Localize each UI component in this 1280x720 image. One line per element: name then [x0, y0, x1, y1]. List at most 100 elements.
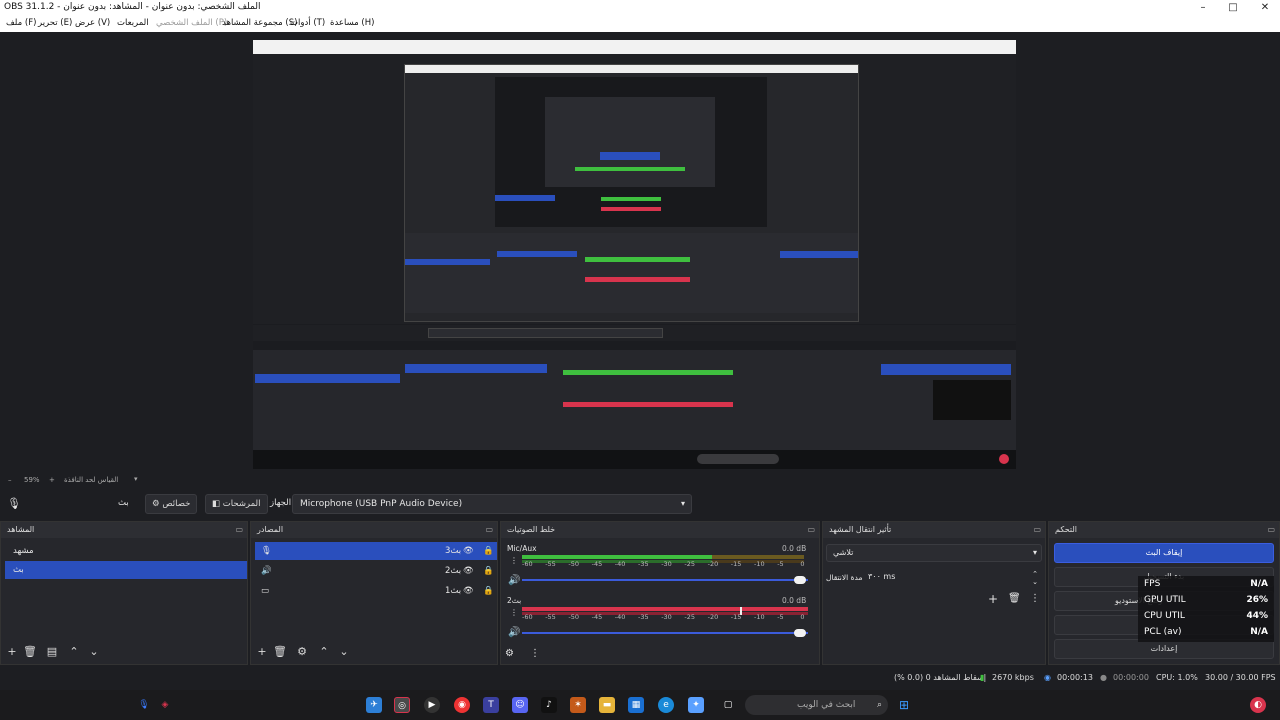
sources-dock-header: المصادر ▭	[251, 522, 497, 538]
kebab-menu-icon[interactable]: ⋮	[530, 648, 540, 659]
meter-tick-label: -5	[777, 613, 784, 621]
add-source-icon[interactable]: +	[254, 645, 270, 658]
lock-icon[interactable]: 🔒	[483, 582, 494, 600]
meter-tick-label: -20	[707, 560, 719, 568]
meter-tick-label: -50	[568, 613, 580, 621]
zoom-out-button[interactable]: –	[8, 476, 12, 484]
add-scene-icon[interactable]: +	[4, 645, 20, 658]
move-up-icon[interactable]: ⌃	[66, 645, 82, 658]
trash-icon[interactable]: 🗑	[1008, 593, 1021, 604]
scene-filters-icon[interactable]: ▤	[44, 645, 60, 658]
move-up-icon[interactable]: ⌃	[316, 645, 332, 658]
windows-start-icon[interactable]: ⊞	[896, 697, 912, 713]
zoom-mode[interactable]: القياس لحد النافذة	[64, 476, 118, 484]
copilot-icon[interactable]: ✦	[688, 697, 704, 713]
tiktok-icon[interactable]: ♪	[541, 697, 557, 713]
nested-level-2-docks	[405, 233, 858, 313]
media-player-icon[interactable]: ▶	[424, 697, 440, 713]
monitor-icon: ▭	[261, 586, 270, 596]
chevron-down-icon[interactable]: ⌄	[1032, 573, 1038, 591]
undock-icon[interactable]: ▭	[235, 522, 243, 538]
undock-icon[interactable]: ▭	[1033, 522, 1041, 538]
speaker-icon[interactable]: 🔊	[508, 575, 520, 586]
scene-item-selected[interactable]: بث	[5, 561, 247, 579]
network-icon[interactable]: ◈	[157, 697, 173, 713]
teams-icon[interactable]: T	[483, 697, 499, 713]
move-down-icon[interactable]: ⌄	[336, 645, 352, 658]
app-icon[interactable]: ✈	[366, 697, 382, 713]
source-item-selected[interactable]: 🎙 بث3 👁 🔒	[255, 542, 497, 560]
fader-knob[interactable]	[794, 576, 806, 584]
preview-canvas[interactable]	[253, 40, 1016, 469]
source-item[interactable]: 🔊 بث2 👁 🔒	[255, 562, 497, 580]
discord-icon[interactable]: ☺	[512, 697, 528, 713]
undock-icon[interactable]: ▭	[807, 522, 815, 538]
zoom-mode-dropdown-icon[interactable]: ▾	[134, 475, 138, 483]
device-select[interactable]: Microphone (USB PnP Audio Device) ▾	[292, 494, 692, 514]
sources-dock-title: المصادر	[257, 525, 284, 534]
duration-spinbox[interactable]: ٣٠٠ ms ⌃ ⌄	[864, 568, 1042, 586]
audio-mixer-dock: خلط الصوتيات ▭	[500, 521, 820, 665]
meter-tick-label: -60	[522, 560, 533, 568]
speaker-icon[interactable]: 🔊	[508, 627, 520, 638]
menu-scene-collection[interactable]: مجموعة المشاهد (S)	[222, 18, 297, 28]
taskbar-search[interactable]: ابحث في الويب ⌕	[745, 695, 888, 715]
kebab-menu-icon[interactable]: ⋮	[1030, 593, 1040, 604]
scene-item[interactable]: مشهد	[5, 542, 247, 560]
notification-icon[interactable]: ◐	[1250, 697, 1266, 713]
volume-fader[interactable]	[522, 632, 808, 634]
menu-help[interactable]: مساعدة (H)	[330, 18, 374, 28]
kebab-menu-icon[interactable]: ⋮	[510, 556, 518, 565]
kebab-menu-icon[interactable]: ⋮	[510, 608, 518, 617]
chrome-icon[interactable]: ◉	[454, 697, 470, 713]
fader-knob[interactable]	[794, 629, 806, 637]
chevron-down-icon: ▾	[1032, 548, 1037, 557]
source-item[interactable]: ▭ بث1 👁 🔒	[255, 582, 497, 600]
undock-icon[interactable]: ▭	[1267, 522, 1275, 538]
zoom-bar: – 59% + القياس لحد النافذة ▾	[0, 474, 1280, 488]
zoom-in-button[interactable]: +	[49, 476, 55, 484]
add-transition-icon[interactable]: +	[988, 592, 998, 606]
menu-edit[interactable]: تحرير (E)	[38, 18, 72, 28]
lock-icon[interactable]: 🔒	[483, 562, 494, 580]
volume-fader[interactable]	[522, 579, 808, 581]
trash-icon[interactable]: 🗑	[272, 645, 288, 658]
app-icon[interactable]: ✶	[570, 697, 586, 713]
filters-button[interactable]: ◧ المرشحات	[205, 494, 268, 514]
task-view-icon[interactable]: ▢	[720, 697, 736, 713]
mic-icon: 🎙	[261, 546, 272, 556]
minimize-button[interactable]: –	[1188, 0, 1218, 16]
mixer-channel-db: 0.0 dB	[782, 544, 807, 553]
meter-tick-label: -10	[754, 613, 765, 621]
gear-icon[interactable]: ⚙	[294, 645, 310, 658]
mixer-channel-name: بث2	[507, 596, 522, 605]
properties-button[interactable]: ⚙ خصائص	[145, 494, 198, 514]
maximize-button[interactable]: □	[1218, 0, 1248, 16]
undock-icon[interactable]: ▭	[485, 522, 493, 538]
menu-profile[interactable]: الملف الشخصي (P)	[156, 18, 227, 28]
window-title: OBS 31.1.2 - الملف الشخصي: بدون عنوان - …	[4, 2, 261, 12]
device-label: الجهاز	[270, 498, 292, 508]
dropped-frames: إسقاط المشاهد 0 (0.0 %)	[894, 673, 986, 682]
close-button[interactable]: ✕	[1250, 0, 1280, 16]
menu-tools[interactable]: أدوات (T)	[290, 18, 325, 28]
eye-icon[interactable]: 👁	[463, 562, 474, 580]
eye-icon[interactable]: 👁	[463, 582, 474, 600]
trash-icon[interactable]: 🗑	[22, 645, 38, 658]
folder-icon[interactable]: ▬	[599, 697, 615, 713]
store-icon[interactable]: ▦	[628, 697, 644, 713]
move-down-icon[interactable]: ⌄	[86, 645, 102, 658]
menu-docks[interactable]: المربعات	[117, 18, 149, 28]
eye-icon[interactable]: 👁	[463, 542, 474, 560]
transition-select[interactable]: تلاشي ▾	[826, 544, 1042, 562]
nested-level-3	[495, 77, 767, 227]
menu-file[interactable]: ملف (F)	[6, 18, 36, 28]
edge-icon[interactable]: e	[658, 697, 674, 713]
menu-view[interactable]: عرض (V)	[75, 18, 110, 28]
mic-icon[interactable]: 🎙	[136, 697, 152, 713]
mixer-settings-icon[interactable]: ⚙	[505, 648, 514, 659]
obs-icon[interactable]: ◎	[394, 697, 410, 713]
mixer-dock-title: خلط الصوتيات	[507, 525, 556, 534]
lock-icon[interactable]: 🔒	[483, 542, 494, 560]
stop-streaming-button[interactable]: إيقاف البث	[1054, 543, 1274, 563]
